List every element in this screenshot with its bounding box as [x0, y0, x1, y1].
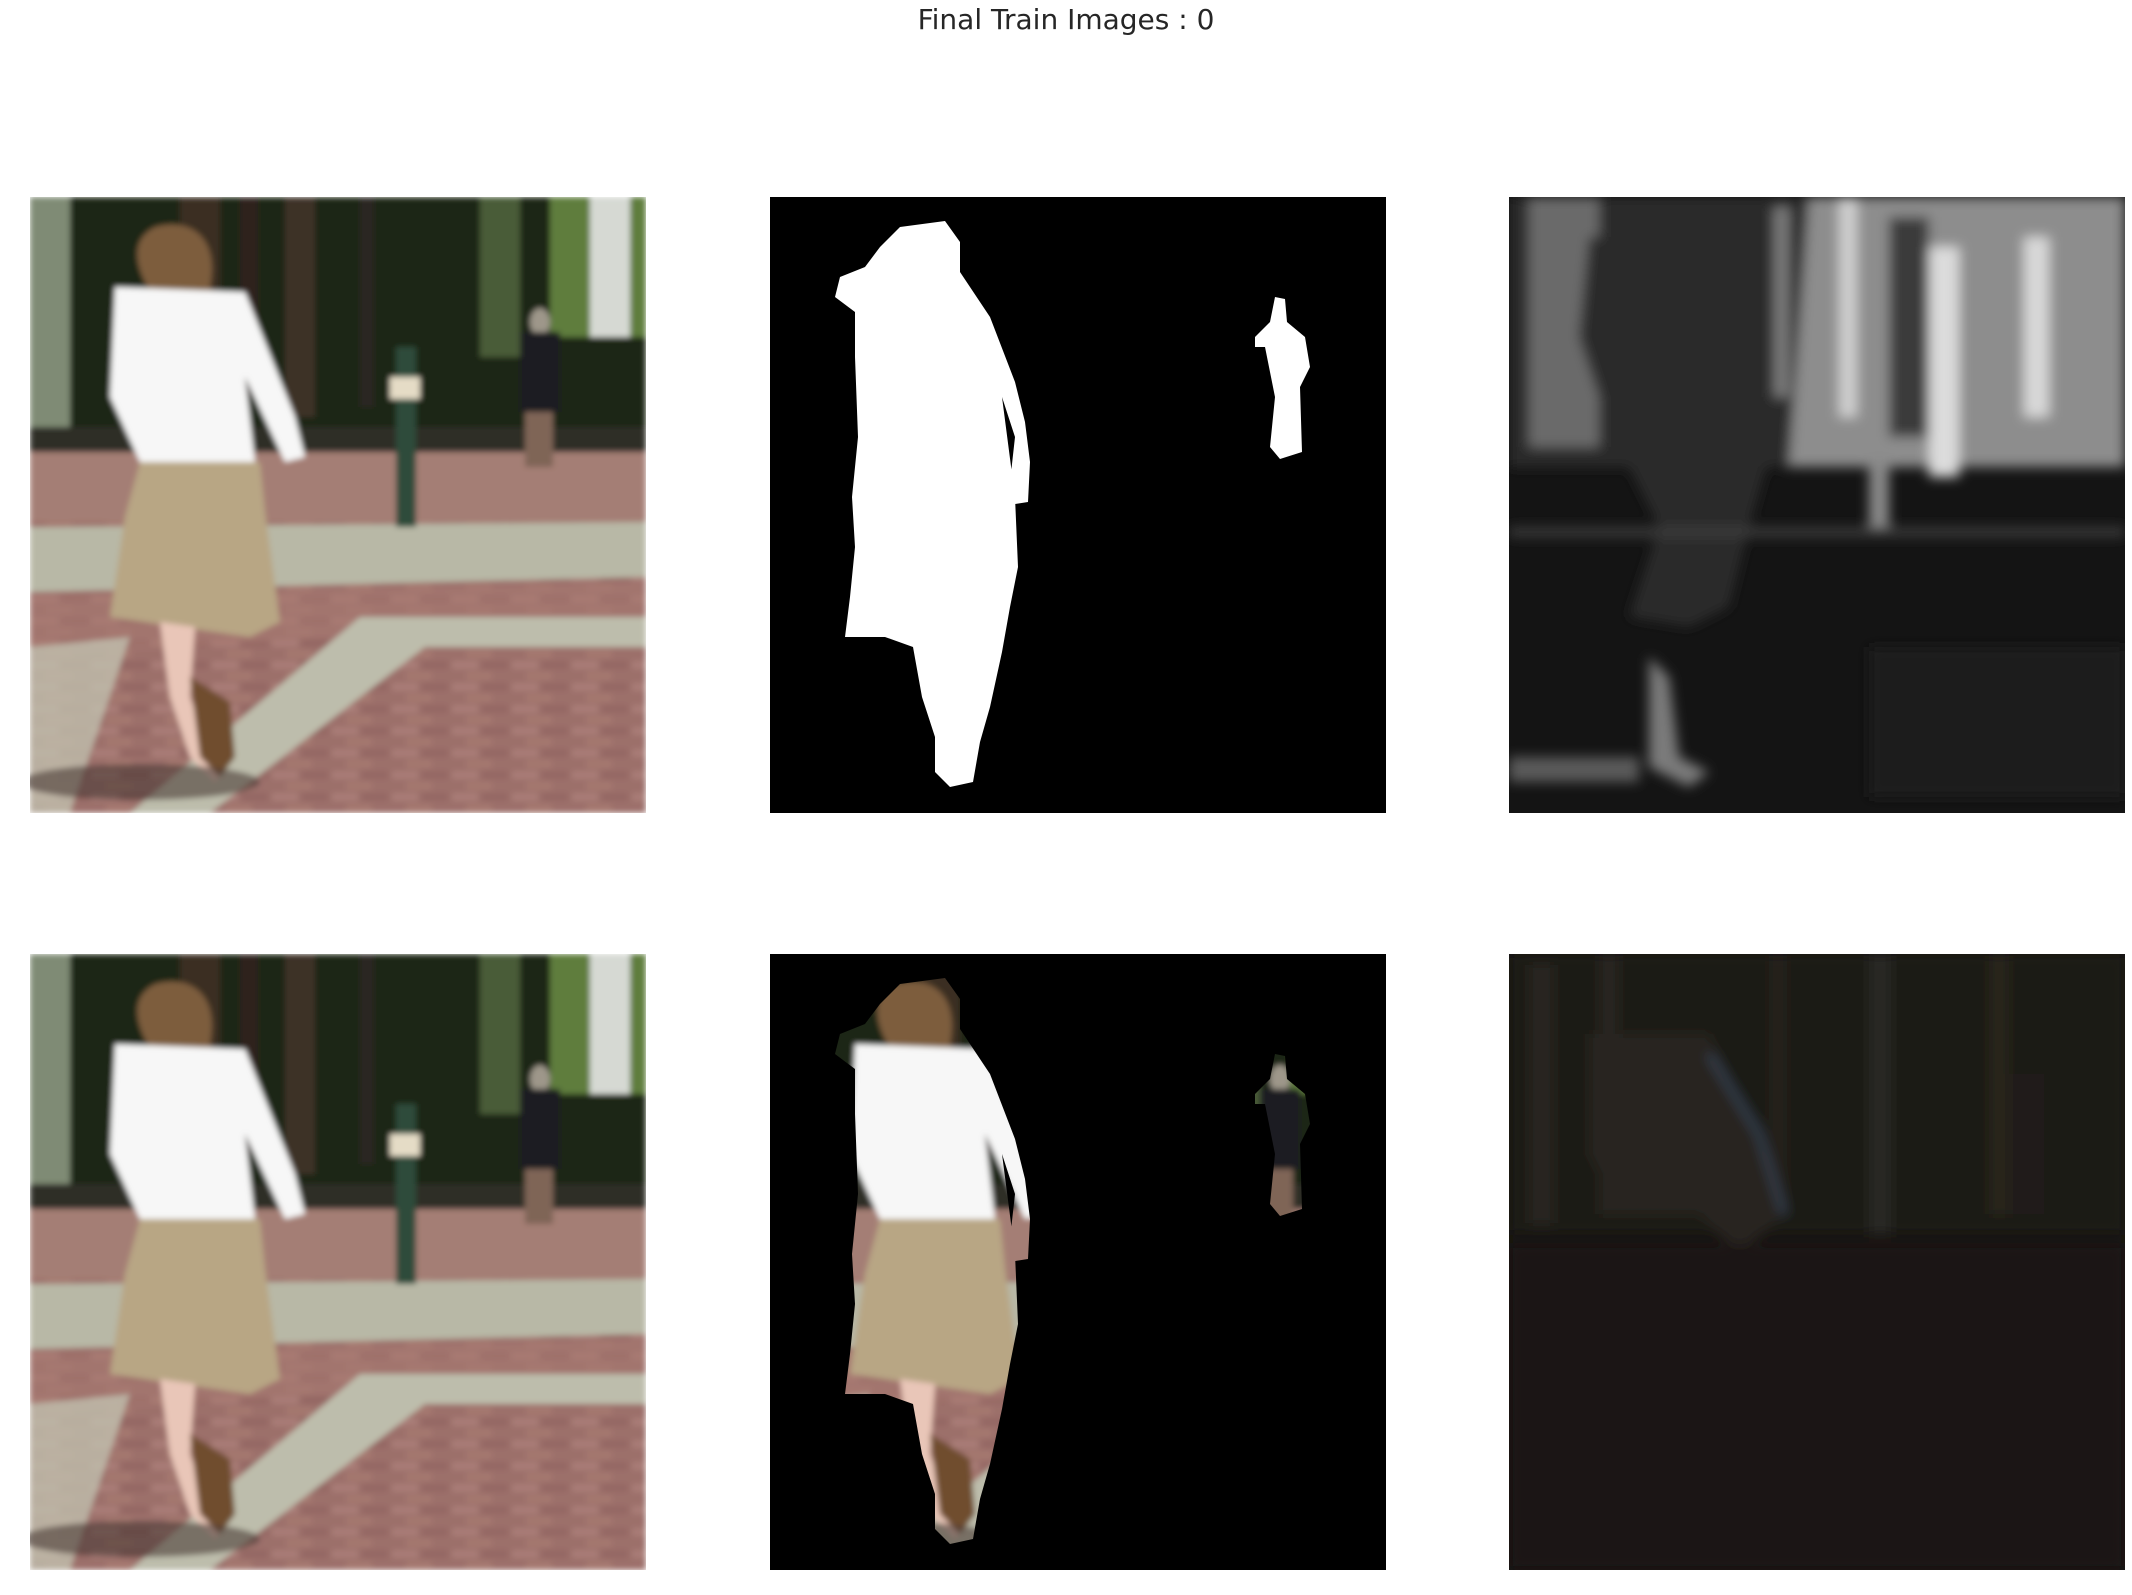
original-image-row2: [30, 954, 646, 1570]
original-image-row1: [30, 197, 646, 813]
figure-title: Final Train Images : 0: [917, 3, 1215, 36]
feature-map-dark: [1509, 954, 2125, 1570]
masked-color-image: [770, 954, 1386, 1570]
feature-map-grayscale: [1509, 197, 2125, 813]
binary-mask: [770, 197, 1386, 813]
